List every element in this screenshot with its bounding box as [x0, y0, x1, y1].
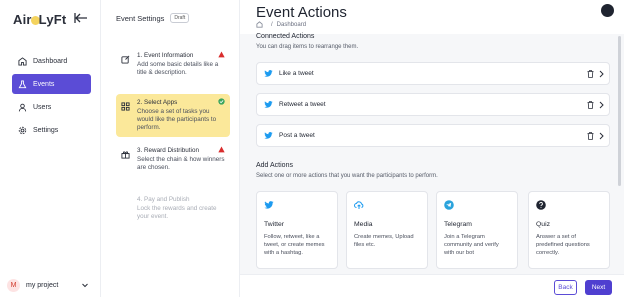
connected-action-label: Retweet a tweet: [279, 101, 326, 108]
connected-actions-label: Connected Actions: [256, 33, 315, 40]
sidebar-item-users[interactable]: Users: [12, 97, 91, 117]
card-title: Telegram: [444, 221, 472, 228]
project-switcher[interactable]: M my project: [7, 277, 95, 293]
sidebar-item-settings[interactable]: Settings: [12, 120, 91, 140]
add-actions-label: Add Actions: [256, 162, 293, 169]
question-icon: [536, 200, 546, 210]
trash-icon[interactable]: [587, 101, 594, 109]
flask-icon: [18, 79, 27, 88]
back-button[interactable]: Back: [554, 280, 577, 295]
sidebar-item-label: Events: [33, 80, 55, 88]
next-button[interactable]: Next: [585, 280, 612, 295]
add-actions-sub: Select one or more actions that you want…: [256, 173, 438, 179]
telegram-icon: [444, 200, 454, 210]
sidebar-item-label: Settings: [33, 126, 59, 134]
action-card-media[interactable]: Media Create memes, Upload files etc.: [346, 191, 428, 269]
card-title: Media: [354, 221, 373, 228]
scrollbar[interactable]: [618, 36, 621, 186]
grid-icon: [18, 56, 27, 66]
action-card-telegram[interactable]: Telegram Join a Telegram community and v…: [436, 191, 518, 269]
main-content: Event Actions / Dashboard Connected Acti…: [240, 0, 624, 297]
project-name: my project: [26, 281, 59, 289]
page-header: Event Actions / Dashboard: [240, 0, 624, 34]
card-desc: Create memes, Upload files etc.: [354, 234, 414, 248]
steps-title: Event Settings Draft: [116, 13, 190, 23]
connected-action-like[interactable]: Like a tweet: [256, 62, 610, 85]
chevron-right-icon[interactable]: [598, 70, 605, 78]
twitter-icon: [264, 101, 273, 108]
card-title: Quiz: [536, 221, 550, 228]
card-desc: Answer a set of predefined questions cor…: [536, 234, 590, 256]
connected-action-label: Post a tweet: [279, 132, 315, 139]
check-circle-icon: [218, 98, 225, 105]
account-icon[interactable]: [601, 4, 614, 17]
twitter-icon: [264, 132, 273, 139]
warning-icon: [218, 146, 225, 153]
card-title: Twitter: [264, 221, 285, 228]
card-desc: Follow, retweet, like a tweet, or create…: [264, 234, 325, 256]
home-icon[interactable]: [256, 21, 263, 28]
connected-actions-sub: You can drag items to rearrange them.: [256, 44, 359, 50]
connected-action-label: Like a tweet: [279, 70, 314, 77]
sidebar-item-label: Dashboard: [33, 57, 68, 65]
breadcrumb: / Dashboard: [256, 21, 306, 28]
page-title: Event Actions: [256, 4, 347, 21]
gear-icon: [18, 126, 27, 134]
step-event-information[interactable]: 1. Event Information Add some basic deta…: [116, 47, 230, 82]
trash-icon[interactable]: [587, 132, 594, 140]
gift-icon: [121, 151, 130, 159]
chevron-right-icon[interactable]: [598, 132, 605, 140]
action-card-quiz[interactable]: Quiz Answer a set of predefined question…: [528, 191, 610, 269]
step-select-apps[interactable]: 2. Select Apps Choose a set of tasks you…: [116, 94, 230, 137]
sidebar-nav: Dashboard Events Users Settings: [12, 51, 91, 143]
avatar: M: [7, 278, 20, 292]
collapse-icon[interactable]: [74, 12, 88, 24]
status-badge: Draft: [170, 13, 190, 23]
twitter-icon: [264, 70, 273, 77]
chevron-right-icon[interactable]: [598, 101, 605, 109]
sidebar-item-events[interactable]: Events: [12, 74, 91, 94]
user-icon: [18, 103, 27, 111]
card-desc: Join a Telegram community and verify wit…: [444, 234, 499, 256]
apps-icon: [121, 102, 130, 111]
warning-icon: [218, 51, 225, 58]
twitter-icon: [264, 201, 274, 209]
steps-panel: Event Settings Draft 1. Event Informatio…: [101, 0, 240, 297]
step-reward-distribution[interactable]: 3. Reward Distribution Select the chain …: [116, 142, 230, 177]
trash-icon[interactable]: [587, 70, 594, 78]
logo[interactable]: Air LyFt: [13, 12, 66, 27]
connected-action-retweet[interactable]: Retweet a tweet: [256, 93, 610, 116]
sidebar-item-dashboard[interactable]: Dashboard: [12, 51, 91, 71]
breadcrumb-dashboard[interactable]: Dashboard: [277, 22, 306, 28]
connected-action-post[interactable]: Post a tweet: [256, 124, 610, 147]
sidebar-item-label: Users: [33, 103, 52, 111]
sidebar: Air LyFt Dashboard Events Users Settings …: [0, 0, 101, 297]
action-card-twitter[interactable]: Twitter Follow, retweet, like a tweet, o…: [256, 191, 338, 269]
edit-icon: [121, 55, 130, 64]
footer-actions: Back Next: [240, 274, 624, 297]
step-pay-and-publish[interactable]: 4. Pay and Publish Lock the rewards and …: [116, 191, 230, 226]
upload-cloud-icon: [354, 201, 364, 209]
chevron-down-icon: [82, 283, 88, 288]
